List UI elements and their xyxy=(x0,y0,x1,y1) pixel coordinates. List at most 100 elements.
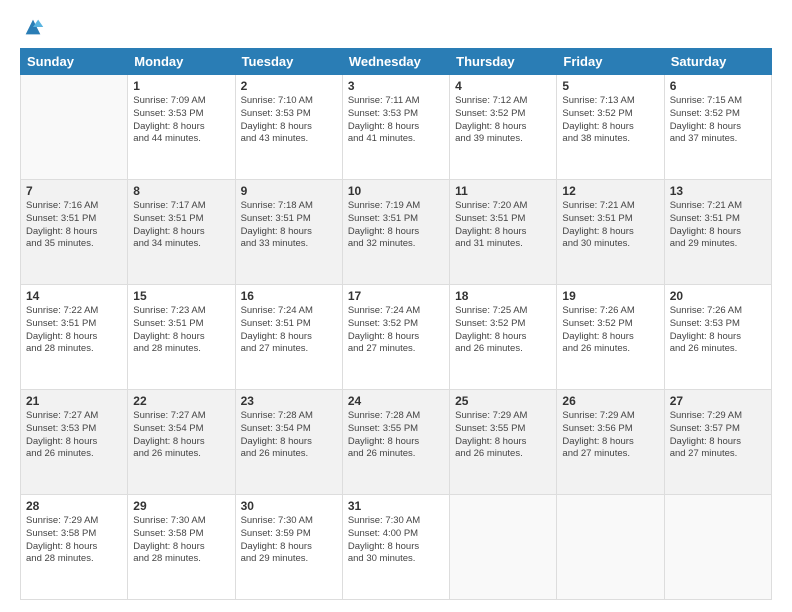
calendar-cell xyxy=(21,75,128,180)
calendar-cell xyxy=(450,495,557,600)
day-info: Sunrise: 7:21 AM Sunset: 3:51 PM Dayligh… xyxy=(670,200,766,251)
calendar-cell: 13 Sunrise: 7:21 AM Sunset: 3:51 PM Dayli… xyxy=(664,180,771,285)
week-row: 28 Sunrise: 7:29 AM Sunset: 3:58 PM Dayli… xyxy=(21,495,772,600)
calendar-cell: 2 Sunrise: 7:10 AM Sunset: 3:53 PM Daylig… xyxy=(235,75,342,180)
col-header-saturday: Saturday xyxy=(664,49,771,75)
day-number: 1 xyxy=(133,79,229,93)
calendar-cell: 25 Sunrise: 7:29 AM Sunset: 3:55 PM Dayli… xyxy=(450,390,557,495)
day-info: Sunrise: 7:20 AM Sunset: 3:51 PM Dayligh… xyxy=(455,200,551,251)
header-row: SundayMondayTuesdayWednesdayThursdayFrid… xyxy=(21,49,772,75)
day-number: 28 xyxy=(26,499,122,513)
calendar-cell: 4Sunrise: 7:12 AM Sunset: 3:52 PM Daylig… xyxy=(450,75,557,180)
day-number: 8 xyxy=(133,184,229,198)
day-number: 12 xyxy=(562,184,658,198)
day-info: Sunrise: 7:22 AM Sunset: 3:51 PM Dayligh… xyxy=(26,305,122,356)
day-number: 2 xyxy=(241,79,337,93)
col-header-wednesday: Wednesday xyxy=(342,49,449,75)
col-header-friday: Friday xyxy=(557,49,664,75)
day-number: 5 xyxy=(562,79,658,93)
week-row: 1 Sunrise: 7:09 AM Sunset: 3:53 PM Daylig… xyxy=(21,75,772,180)
day-info: Sunrise: 7:18 AM Sunset: 3:51 PM Dayligh… xyxy=(241,200,337,251)
day-info: Sunrise: 7:09 AM Sunset: 3:53 PM Dayligh… xyxy=(133,95,229,146)
day-info: Sunrise: 7:30 AM Sunset: 3:59 PM Dayligh… xyxy=(241,515,337,566)
day-info: Sunrise: 7:15 AM Sunset: 3:52 PM Dayligh… xyxy=(670,95,766,146)
day-info: Sunrise: 7:28 AM Sunset: 3:55 PM Dayligh… xyxy=(348,410,444,461)
calendar-cell xyxy=(557,495,664,600)
week-row: 21Sunrise: 7:27 AM Sunset: 3:53 PM Dayli… xyxy=(21,390,772,495)
col-header-thursday: Thursday xyxy=(450,49,557,75)
day-number: 30 xyxy=(241,499,337,513)
calendar-cell: 31Sunrise: 7:30 AM Sunset: 4:00 PM Dayli… xyxy=(342,495,449,600)
day-info: Sunrise: 7:10 AM Sunset: 3:53 PM Dayligh… xyxy=(241,95,337,146)
calendar-cell: 27 Sunrise: 7:29 AM Sunset: 3:57 PM Dayli… xyxy=(664,390,771,495)
day-info: Sunrise: 7:26 AM Sunset: 3:53 PM Dayligh… xyxy=(670,305,766,356)
day-number: 16 xyxy=(241,289,337,303)
day-info: Sunrise: 7:23 AM Sunset: 3:51 PM Dayligh… xyxy=(133,305,229,356)
calendar-cell: 12 Sunrise: 7:21 AM Sunset: 3:51 PM Dayli… xyxy=(557,180,664,285)
day-info: Sunrise: 7:24 AM Sunset: 3:51 PM Dayligh… xyxy=(241,305,337,356)
day-number: 10 xyxy=(348,184,444,198)
week-row: 14Sunrise: 7:22 AM Sunset: 3:51 PM Dayli… xyxy=(21,285,772,390)
day-info: Sunrise: 7:29 AM Sunset: 3:56 PM Dayligh… xyxy=(562,410,658,461)
day-info: Sunrise: 7:19 AM Sunset: 3:51 PM Dayligh… xyxy=(348,200,444,251)
calendar-cell: 28 Sunrise: 7:29 AM Sunset: 3:58 PM Dayli… xyxy=(21,495,128,600)
day-number: 9 xyxy=(241,184,337,198)
day-info: Sunrise: 7:26 AM Sunset: 3:52 PM Dayligh… xyxy=(562,305,658,356)
calendar-cell: 14Sunrise: 7:22 AM Sunset: 3:51 PM Dayli… xyxy=(21,285,128,390)
day-number: 3 xyxy=(348,79,444,93)
day-number: 11 xyxy=(455,184,551,198)
calendar-cell: 1 Sunrise: 7:09 AM Sunset: 3:53 PM Daylig… xyxy=(128,75,235,180)
day-number: 13 xyxy=(670,184,766,198)
calendar-cell xyxy=(664,495,771,600)
day-info: Sunrise: 7:13 AM Sunset: 3:52 PM Dayligh… xyxy=(562,95,658,146)
calendar-cell: 30 Sunrise: 7:30 AM Sunset: 3:59 PM Dayli… xyxy=(235,495,342,600)
day-info: Sunrise: 7:25 AM Sunset: 3:52 PM Dayligh… xyxy=(455,305,551,356)
calendar-cell: 16 Sunrise: 7:24 AM Sunset: 3:51 PM Dayli… xyxy=(235,285,342,390)
day-info: Sunrise: 7:24 AM Sunset: 3:52 PM Dayligh… xyxy=(348,305,444,356)
logo-icon xyxy=(22,16,44,38)
page: SundayMondayTuesdayWednesdayThursdayFrid… xyxy=(0,0,792,612)
logo xyxy=(20,18,44,38)
calendar-cell: 7Sunrise: 7:16 AM Sunset: 3:51 PM Daylig… xyxy=(21,180,128,285)
calendar-cell: 15Sunrise: 7:23 AM Sunset: 3:51 PM Dayli… xyxy=(128,285,235,390)
calendar-cell: 29Sunrise: 7:30 AM Sunset: 3:58 PM Dayli… xyxy=(128,495,235,600)
calendar-cell: 22Sunrise: 7:27 AM Sunset: 3:54 PM Dayli… xyxy=(128,390,235,495)
day-info: Sunrise: 7:28 AM Sunset: 3:54 PM Dayligh… xyxy=(241,410,337,461)
calendar-table: SundayMondayTuesdayWednesdayThursdayFrid… xyxy=(20,48,772,600)
day-number: 29 xyxy=(133,499,229,513)
day-info: Sunrise: 7:17 AM Sunset: 3:51 PM Dayligh… xyxy=(133,200,229,251)
calendar-cell: 3 Sunrise: 7:11 AM Sunset: 3:53 PM Daylig… xyxy=(342,75,449,180)
day-number: 25 xyxy=(455,394,551,408)
day-info: Sunrise: 7:11 AM Sunset: 3:53 PM Dayligh… xyxy=(348,95,444,146)
day-number: 17 xyxy=(348,289,444,303)
calendar-cell: 10 Sunrise: 7:19 AM Sunset: 3:51 PM Dayli… xyxy=(342,180,449,285)
day-number: 19 xyxy=(562,289,658,303)
day-number: 7 xyxy=(26,184,122,198)
day-number: 24 xyxy=(348,394,444,408)
calendar-cell: 6 Sunrise: 7:15 AM Sunset: 3:52 PM Daylig… xyxy=(664,75,771,180)
calendar-cell: 9 Sunrise: 7:18 AM Sunset: 3:51 PM Daylig… xyxy=(235,180,342,285)
calendar-cell: 11 Sunrise: 7:20 AM Sunset: 3:51 PM Dayli… xyxy=(450,180,557,285)
day-info: Sunrise: 7:30 AM Sunset: 4:00 PM Dayligh… xyxy=(348,515,444,566)
week-row: 7Sunrise: 7:16 AM Sunset: 3:51 PM Daylig… xyxy=(21,180,772,285)
col-header-tuesday: Tuesday xyxy=(235,49,342,75)
day-info: Sunrise: 7:29 AM Sunset: 3:55 PM Dayligh… xyxy=(455,410,551,461)
day-number: 6 xyxy=(670,79,766,93)
calendar-cell: 20 Sunrise: 7:26 AM Sunset: 3:53 PM Dayli… xyxy=(664,285,771,390)
day-info: Sunrise: 7:21 AM Sunset: 3:51 PM Dayligh… xyxy=(562,200,658,251)
day-number: 26 xyxy=(562,394,658,408)
calendar-cell: 18Sunrise: 7:25 AM Sunset: 3:52 PM Dayli… xyxy=(450,285,557,390)
day-number: 27 xyxy=(670,394,766,408)
col-header-monday: Monday xyxy=(128,49,235,75)
col-header-sunday: Sunday xyxy=(21,49,128,75)
calendar-cell: 8 Sunrise: 7:17 AM Sunset: 3:51 PM Daylig… xyxy=(128,180,235,285)
calendar-cell: 21Sunrise: 7:27 AM Sunset: 3:53 PM Dayli… xyxy=(21,390,128,495)
day-info: Sunrise: 7:29 AM Sunset: 3:58 PM Dayligh… xyxy=(26,515,122,566)
day-info: Sunrise: 7:29 AM Sunset: 3:57 PM Dayligh… xyxy=(670,410,766,461)
day-number: 20 xyxy=(670,289,766,303)
calendar-cell: 19 Sunrise: 7:26 AM Sunset: 3:52 PM Dayli… xyxy=(557,285,664,390)
day-info: Sunrise: 7:12 AM Sunset: 3:52 PM Dayligh… xyxy=(455,95,551,146)
day-info: Sunrise: 7:27 AM Sunset: 3:54 PM Dayligh… xyxy=(133,410,229,461)
header xyxy=(20,18,772,38)
calendar-cell: 26 Sunrise: 7:29 AM Sunset: 3:56 PM Dayli… xyxy=(557,390,664,495)
